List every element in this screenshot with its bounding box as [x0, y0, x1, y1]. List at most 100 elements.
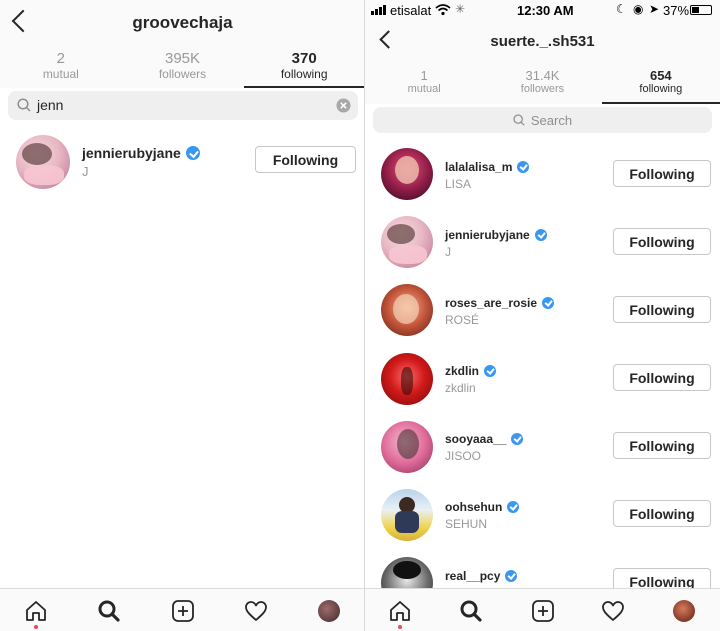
nav-profile[interactable] [309, 589, 349, 631]
active-tab-indicator [244, 86, 365, 88]
username-text: real__pcy [445, 569, 501, 583]
following-button[interactable]: Following [613, 364, 711, 391]
avatar[interactable] [381, 216, 433, 268]
username[interactable]: jennierubyjane [82, 145, 200, 161]
full-name: zkdlin [445, 381, 476, 395]
profile-avatar-icon [673, 599, 695, 622]
left-screen: groovechaja 2 mutual 395K followers 370 … [0, 0, 365, 631]
verified-badge-icon [511, 433, 524, 445]
tab-following[interactable]: 654 following [602, 68, 720, 102]
nav-activity[interactable] [236, 589, 276, 631]
full-name: SEHUN [445, 517, 488, 531]
status-bar: etisalat ✳ 12:30 AM ☾ ◉ ➤ 37% [365, 0, 720, 20]
avatar[interactable] [381, 353, 433, 405]
notification-dot [34, 625, 38, 629]
carrier-name: etisalat [390, 3, 432, 18]
username[interactable]: oohsehun [445, 500, 520, 514]
nav-search[interactable] [89, 589, 129, 631]
tab-mutual[interactable]: 1 mutual [365, 68, 483, 102]
username[interactable]: zkdlin [445, 364, 497, 378]
nav-profile[interactable] [664, 589, 704, 631]
tab-followers[interactable]: 31.4K followers [483, 68, 601, 102]
nav-add[interactable] [163, 589, 203, 631]
verified-badge-icon [505, 570, 518, 582]
following-button[interactable]: Following [613, 500, 711, 527]
nav-home[interactable] [380, 589, 420, 631]
verified-badge-icon [185, 146, 200, 160]
username-text: zkdlin [445, 364, 480, 378]
full-name: LISA [445, 177, 472, 191]
page-title: suerte._.sh531 [490, 33, 595, 50]
search-placeholder: Search [530, 112, 573, 128]
full-name: J [445, 245, 451, 259]
tab-count: 1 [420, 68, 428, 83]
search-icon [98, 600, 120, 622]
username-text: sooyaaa__ [445, 432, 507, 446]
tab-label: following [639, 83, 683, 95]
following-button[interactable]: Following [255, 146, 356, 173]
nav-search[interactable] [451, 589, 491, 631]
avatar[interactable] [381, 489, 433, 541]
follow-tabs: 1 mutual 31.4K followers 654 following [365, 68, 720, 102]
full-name: J [82, 164, 89, 179]
wifi-icon [435, 4, 451, 16]
tab-followers[interactable]: 395K followers [122, 50, 244, 86]
tab-label: followers [520, 83, 565, 95]
tab-count: 654 [649, 68, 672, 83]
username[interactable]: sooyaaa__ [445, 432, 524, 446]
battery-percent: 37% [663, 3, 690, 18]
verified-badge-icon [542, 297, 555, 309]
username-text: lalalalisa_m [445, 160, 513, 174]
following-button[interactable]: Following [613, 228, 711, 255]
tab-count: 370 [291, 50, 317, 67]
following-button[interactable]: Following [613, 296, 711, 323]
verified-badge-icon [484, 365, 497, 377]
tab-count: 31.4K [525, 68, 560, 83]
tab-label: following [280, 67, 328, 81]
nav-home[interactable] [16, 589, 56, 631]
bottom-nav [365, 588, 720, 631]
verified-badge-icon [517, 161, 530, 173]
username[interactable]: jennierubyjane [445, 228, 547, 242]
clock: 12:30 AM [517, 3, 574, 18]
home-icon [26, 600, 46, 621]
avatar[interactable] [381, 284, 433, 336]
nav-add[interactable] [523, 589, 563, 631]
page-title: groovechaja [132, 13, 233, 32]
tab-following[interactable]: 370 following [243, 50, 365, 86]
search-icon [513, 114, 525, 126]
avatar[interactable] [381, 421, 433, 473]
search-value: jenn [37, 97, 64, 113]
following-button[interactable]: Following [613, 160, 711, 187]
heart-icon [245, 600, 267, 621]
left-header: groovechaja 2 mutual 395K followers 370 … [0, 0, 365, 88]
username-text: jennierubyjane [445, 228, 530, 242]
nav-activity[interactable] [593, 589, 633, 631]
username-text: roses_are_rosie [445, 296, 538, 310]
username[interactable]: real__pcy [445, 569, 518, 583]
follow-tabs: 2 mutual 395K followers 370 following [0, 50, 365, 86]
avatar[interactable] [381, 148, 433, 200]
add-post-icon [532, 599, 554, 622]
username[interactable]: roses_are_rosie [445, 296, 555, 310]
avatar[interactable] [16, 135, 70, 189]
search-input[interactable]: Search [373, 107, 712, 133]
clear-search-icon[interactable] [336, 98, 351, 113]
full-name: JISOO [445, 449, 482, 463]
active-tab-indicator [602, 102, 720, 104]
right-header: etisalat ✳ 12:30 AM ☾ ◉ ➤ 37% suerte._.s… [365, 0, 720, 104]
tab-label: mutual [42, 67, 79, 81]
moon-icon: ☾ [616, 2, 627, 16]
loading-icon: ✳ [455, 2, 466, 16]
username[interactable]: lalalalisa_m [445, 160, 530, 174]
username-text: oohsehun [445, 500, 503, 514]
tab-mutual[interactable]: 2 mutual [0, 50, 122, 86]
search-input[interactable]: jenn [8, 91, 358, 120]
battery-icon [690, 5, 712, 15]
following-button[interactable]: Following [613, 432, 711, 459]
add-post-icon [172, 599, 194, 622]
verified-badge-icon [507, 501, 520, 513]
search-icon [17, 98, 31, 112]
bottom-nav [0, 588, 365, 631]
username-text: jennierubyjane [82, 145, 181, 161]
